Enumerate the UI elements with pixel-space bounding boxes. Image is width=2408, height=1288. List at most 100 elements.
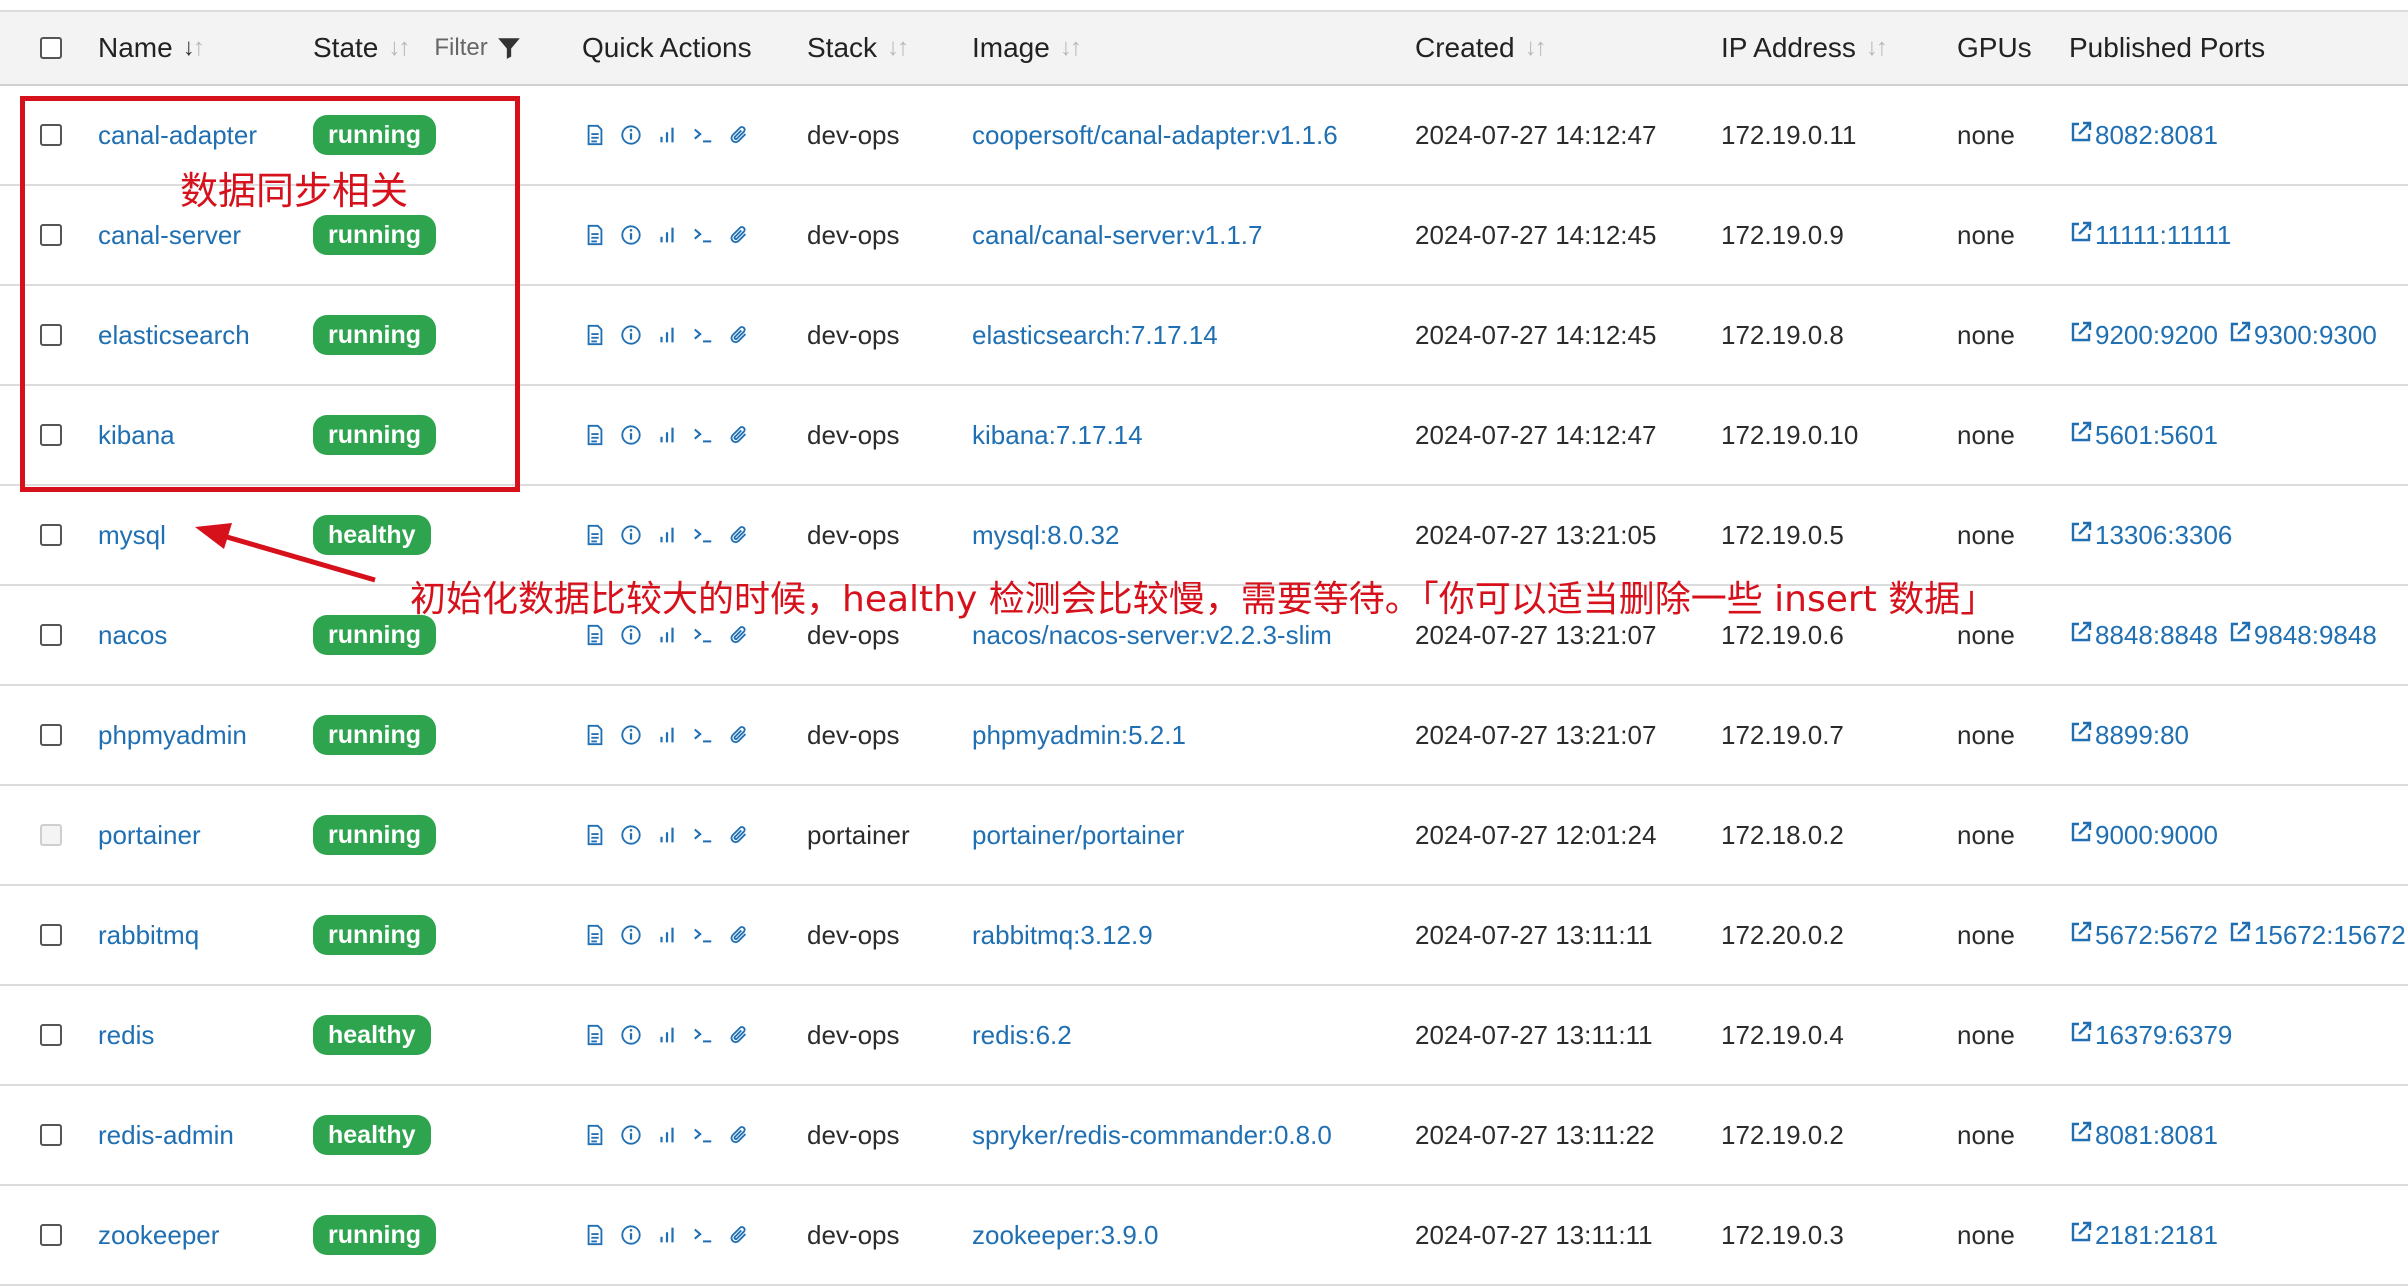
- console-icon[interactable]: [692, 524, 714, 546]
- filter-label[interactable]: Filter: [434, 34, 487, 62]
- stats-icon[interactable]: [656, 1124, 678, 1146]
- header-ip[interactable]: IP Address ↓↑: [1721, 12, 1888, 84]
- image-link[interactable]: elasticsearch:7.17.14: [972, 286, 1218, 384]
- inspect-icon[interactable]: [620, 724, 642, 746]
- stats-icon[interactable]: [656, 124, 678, 146]
- image-link[interactable]: canal/canal-server:v1.1.7: [972, 186, 1262, 284]
- logs-icon[interactable]: [584, 424, 606, 446]
- stats-icon[interactable]: [656, 524, 678, 546]
- published-port-link[interactable]: 13306:3306: [2069, 520, 2232, 551]
- sort-icon[interactable]: ↓↑: [1525, 34, 1547, 62]
- inspect-icon[interactable]: [620, 624, 642, 646]
- attach-icon[interactable]: [728, 224, 750, 246]
- header-name[interactable]: Name ↓↑: [98, 12, 205, 84]
- published-port-link[interactable]: 15672:15672: [2228, 920, 2406, 951]
- console-icon[interactable]: [692, 1224, 714, 1246]
- header-image[interactable]: Image ↓↑: [972, 12, 1082, 84]
- attach-icon[interactable]: [728, 1224, 750, 1246]
- console-icon[interactable]: [692, 324, 714, 346]
- row-checkbox[interactable]: [40, 724, 62, 746]
- stats-icon[interactable]: [656, 1024, 678, 1046]
- attach-icon[interactable]: [728, 624, 750, 646]
- logs-icon[interactable]: [584, 924, 606, 946]
- logs-icon[interactable]: [584, 224, 606, 246]
- image-link[interactable]: spryker/redis-commander:0.8.0: [972, 1086, 1332, 1184]
- sort-icon[interactable]: ↓↑: [388, 34, 410, 62]
- published-port-link[interactable]: 8081:8081: [2069, 1120, 2218, 1151]
- sort-desc-icon[interactable]: ↓↑: [183, 34, 205, 62]
- stats-icon[interactable]: [656, 424, 678, 446]
- row-checkbox[interactable]: [40, 524, 62, 546]
- logs-icon[interactable]: [584, 624, 606, 646]
- published-port-link[interactable]: 5672:5672: [2069, 920, 2218, 951]
- stats-icon[interactable]: [656, 624, 678, 646]
- published-port-link[interactable]: 8082:8081: [2069, 120, 2218, 151]
- select-all-checkbox[interactable]: [40, 37, 62, 59]
- console-icon[interactable]: [692, 624, 714, 646]
- published-port-link[interactable]: 8848:8848: [2069, 620, 2218, 651]
- row-checkbox[interactable]: [40, 1224, 62, 1246]
- published-port-link[interactable]: 8899:80: [2069, 720, 2189, 751]
- logs-icon[interactable]: [584, 824, 606, 846]
- logs-icon[interactable]: [584, 1224, 606, 1246]
- stats-icon[interactable]: [656, 324, 678, 346]
- image-link[interactable]: rabbitmq:3.12.9: [972, 886, 1153, 984]
- logs-icon[interactable]: [584, 524, 606, 546]
- published-port-link[interactable]: 9848:9848: [2228, 620, 2377, 651]
- container-name-link[interactable]: nacos: [98, 586, 167, 684]
- container-name-link[interactable]: portainer: [98, 786, 201, 884]
- image-link[interactable]: redis:6.2: [972, 986, 1072, 1084]
- stats-icon[interactable]: [656, 824, 678, 846]
- stats-icon[interactable]: [656, 224, 678, 246]
- header-stack[interactable]: Stack ↓↑: [807, 12, 909, 84]
- container-name-link[interactable]: redis: [98, 986, 154, 1084]
- inspect-icon[interactable]: [620, 1024, 642, 1046]
- row-checkbox[interactable]: [40, 1124, 62, 1146]
- console-icon[interactable]: [692, 1124, 714, 1146]
- container-name-link[interactable]: phpmyadmin: [98, 686, 247, 784]
- published-port-link[interactable]: 11111:11111: [2069, 220, 2231, 251]
- container-name-link[interactable]: mysql: [98, 486, 166, 584]
- console-icon[interactable]: [692, 1024, 714, 1046]
- attach-icon[interactable]: [728, 1024, 750, 1046]
- container-name-link[interactable]: rabbitmq: [98, 886, 199, 984]
- console-icon[interactable]: [692, 124, 714, 146]
- published-port-link[interactable]: 9300:9300: [2228, 320, 2377, 351]
- container-name-link[interactable]: redis-admin: [98, 1086, 234, 1184]
- published-port-link[interactable]: 5601:5601: [2069, 420, 2218, 451]
- stats-icon[interactable]: [656, 1224, 678, 1246]
- attach-icon[interactable]: [728, 324, 750, 346]
- inspect-icon[interactable]: [620, 324, 642, 346]
- inspect-icon[interactable]: [620, 824, 642, 846]
- published-port-link[interactable]: 16379:6379: [2069, 1020, 2232, 1051]
- attach-icon[interactable]: [728, 524, 750, 546]
- image-link[interactable]: phpmyadmin:5.2.1: [972, 686, 1186, 784]
- console-icon[interactable]: [692, 224, 714, 246]
- stats-icon[interactable]: [656, 924, 678, 946]
- image-link[interactable]: coopersoft/canal-adapter:v1.1.6: [972, 86, 1338, 184]
- row-checkbox[interactable]: [40, 624, 62, 646]
- logs-icon[interactable]: [584, 124, 606, 146]
- attach-icon[interactable]: [728, 124, 750, 146]
- published-port-link[interactable]: 2181:2181: [2069, 1220, 2218, 1251]
- image-link[interactable]: kibana:7.17.14: [972, 386, 1143, 484]
- row-checkbox[interactable]: [40, 1024, 62, 1046]
- attach-icon[interactable]: [728, 1124, 750, 1146]
- console-icon[interactable]: [692, 924, 714, 946]
- inspect-icon[interactable]: [620, 524, 642, 546]
- attach-icon[interactable]: [728, 424, 750, 446]
- inspect-icon[interactable]: [620, 1124, 642, 1146]
- logs-icon[interactable]: [584, 1024, 606, 1046]
- inspect-icon[interactable]: [620, 124, 642, 146]
- console-icon[interactable]: [692, 824, 714, 846]
- sort-icon[interactable]: ↓↑: [887, 34, 909, 62]
- container-name-link[interactable]: zookeeper: [98, 1186, 219, 1284]
- stats-icon[interactable]: [656, 724, 678, 746]
- inspect-icon[interactable]: [620, 424, 642, 446]
- image-link[interactable]: portainer/portainer: [972, 786, 1184, 884]
- sort-icon[interactable]: ↓↑: [1060, 34, 1082, 62]
- logs-icon[interactable]: [584, 1124, 606, 1146]
- inspect-icon[interactable]: [620, 224, 642, 246]
- inspect-icon[interactable]: [620, 924, 642, 946]
- attach-icon[interactable]: [728, 924, 750, 946]
